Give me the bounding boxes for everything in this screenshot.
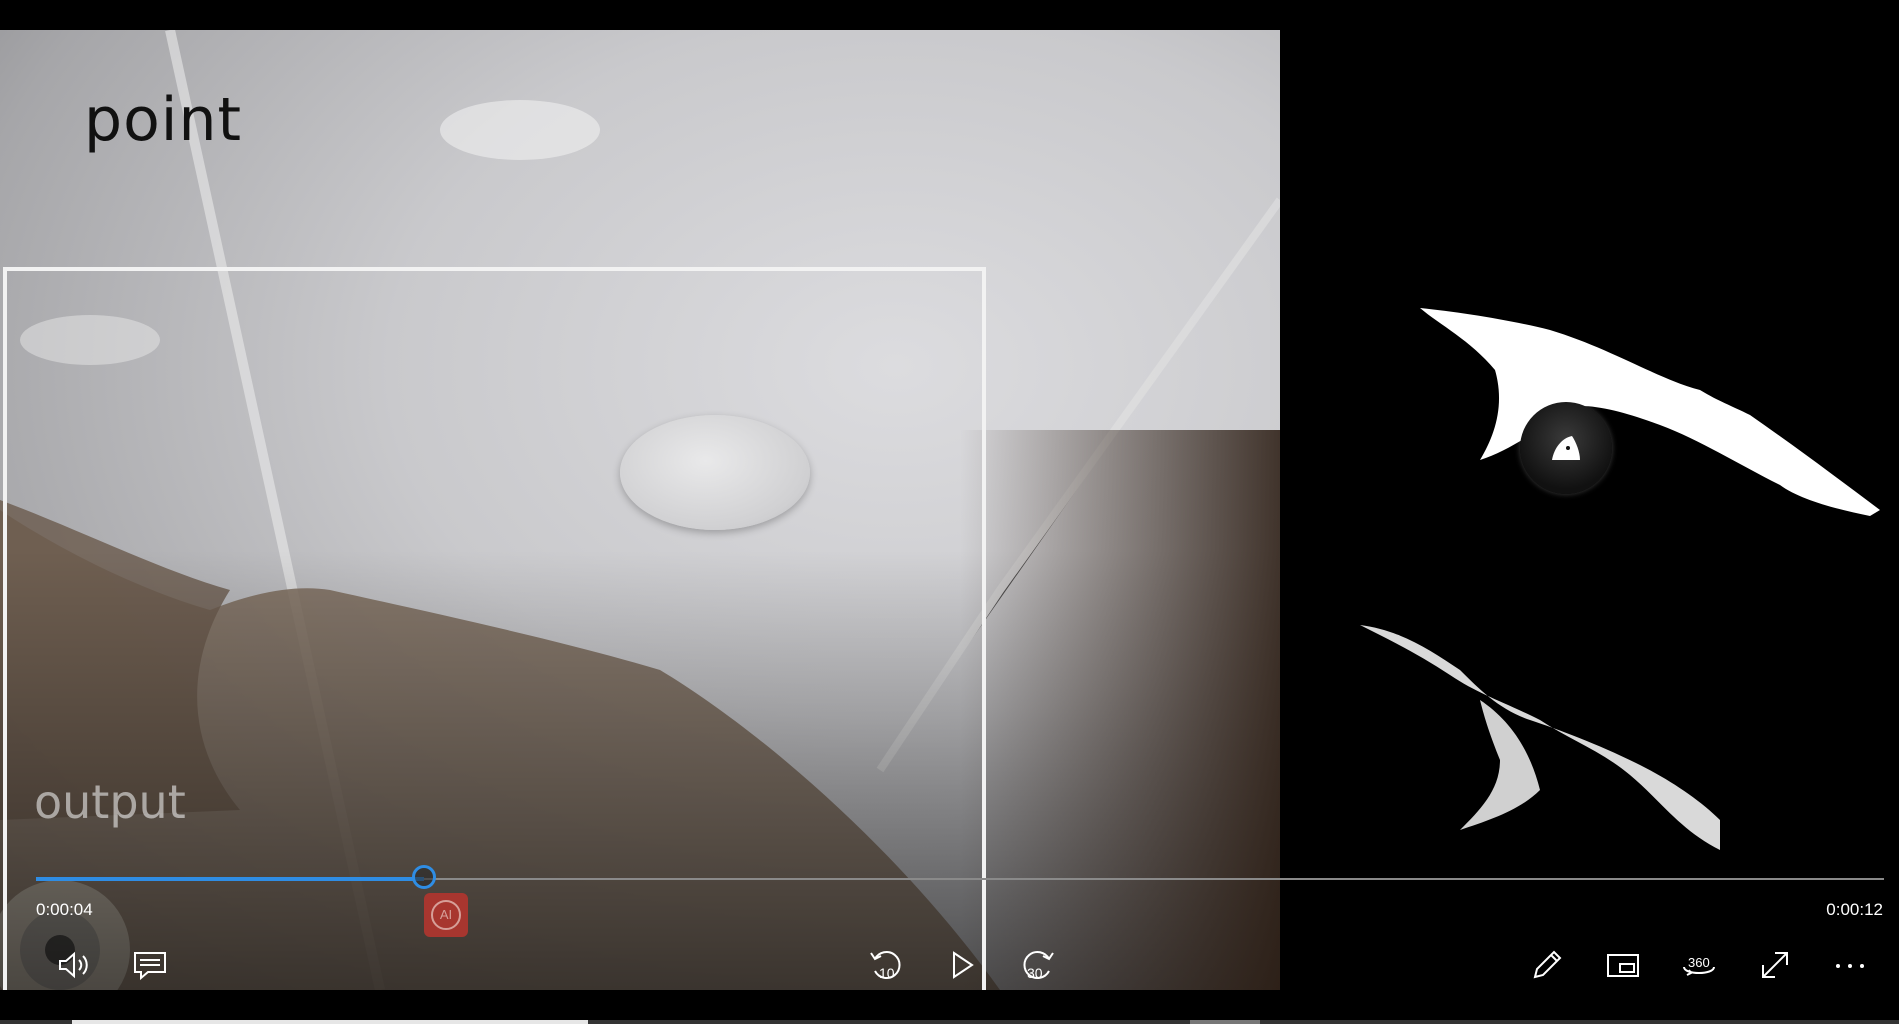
fullscreen-icon (1762, 952, 1788, 978)
segmentation-masks (1360, 308, 1880, 850)
mask-panel (1280, 30, 1899, 990)
current-time: 0:00:04 (36, 900, 93, 919)
360-icon: 360 (1683, 955, 1715, 976)
rewind-10-button[interactable]: 10 (866, 945, 906, 985)
forward-30-icon: 30 (1023, 951, 1054, 981)
overlay-label-output: output (34, 775, 186, 829)
rewind-seconds: 10 (879, 965, 895, 981)
mini-view-icon (1607, 954, 1639, 977)
title-bar (0, 0, 1899, 30)
fullscreen-button[interactable] (1755, 945, 1795, 985)
mini-view-button[interactable] (1603, 945, 1643, 985)
captions-icon (134, 952, 166, 981)
360-label: 360 (1688, 955, 1710, 970)
edit-button[interactable] (1527, 945, 1567, 985)
volume-button[interactable] (54, 945, 94, 985)
overlay-label-point: point (84, 85, 243, 155)
taskbar-indicator (72, 1020, 588, 1024)
rewind-10-icon: 10 (870, 951, 901, 981)
shark-mode-button[interactable] (1520, 402, 1612, 494)
ai-badge-label: AI (431, 900, 461, 930)
seek-progress (36, 877, 424, 881)
video-frame[interactable]: point output (0, 30, 1280, 990)
captions-button[interactable] (130, 945, 170, 985)
play-button[interactable] (942, 945, 982, 985)
play-icon (953, 951, 974, 979)
more-icon (1836, 964, 1864, 968)
total-time: 0:00:12 (1826, 900, 1883, 919)
taskbar-indicator-2 (1190, 1020, 1260, 1024)
pen-icon (1533, 950, 1562, 979)
shark-icon (1552, 436, 1580, 460)
360-button[interactable]: 360 (1679, 945, 1719, 985)
ai-badge[interactable]: AI (424, 893, 468, 937)
seek-thumb[interactable] (412, 865, 436, 889)
forward-30-button[interactable]: 30 (1018, 945, 1058, 985)
player-controls: 0:00:04 0:00:12 AI 10 30 360 (0, 860, 1899, 990)
forward-seconds: 30 (1027, 965, 1043, 981)
more-options-button[interactable] (1830, 945, 1870, 985)
volume-icon (59, 951, 88, 979)
